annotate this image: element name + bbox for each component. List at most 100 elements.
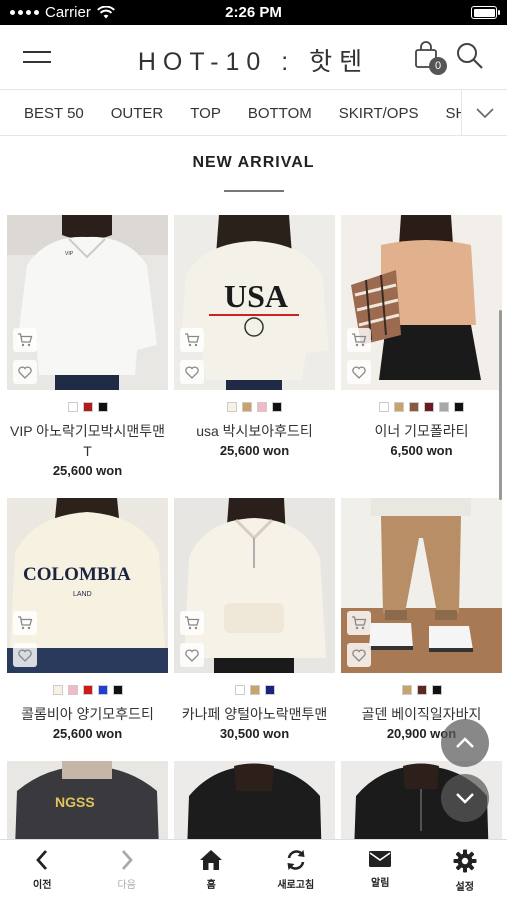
add-to-cart-button[interactable] [347,611,371,635]
product-image[interactable] [341,215,502,390]
color-swatches [174,402,335,412]
color-swatches [7,402,168,412]
nav-label: 다음 [117,880,136,891]
nav-back-button[interactable]: 이전 [0,840,85,900]
wishlist-button[interactable] [180,360,204,384]
color-swatch [67,685,78,695]
product-name[interactable]: 이너 기모폴라티 [341,421,502,441]
chevron-down-icon [475,108,494,119]
color-swatch [249,685,260,695]
color-swatch [272,402,282,412]
color-swatch [227,402,237,412]
app-header: HOT-10 : 핫텐 0 [0,25,507,90]
wishlist-button[interactable] [347,643,371,667]
svg-text:LAND: LAND [73,591,92,598]
cart-icon [18,333,33,347]
color-swatch [394,402,404,412]
product-card[interactable]: VIP VIP 아노락기모박시맨투맨T 25,600 won [7,215,168,478]
wishlist-button[interactable] [180,643,204,667]
cart-icon [352,333,367,347]
category-expand-button[interactable] [461,90,507,135]
nav-notification-button[interactable]: 알림 [338,840,423,900]
color-swatch [401,685,412,695]
add-to-cart-button[interactable] [13,611,37,635]
nav-label: 설정 [455,882,474,893]
color-swatch [234,685,245,695]
cart-icon [352,616,367,630]
product-price: 25,600 won [52,463,123,478]
product-image[interactable]: USA [174,215,335,390]
category-skirt-ops[interactable]: SKIRT/OPS [339,105,419,122]
svg-text:VIP: VIP [65,251,74,257]
color-swatch [97,402,108,412]
search-icon [457,43,483,69]
color-swatch [67,402,78,412]
bottom-nav: 이전 다음 홈 새로고침 알림 설정 [0,839,507,900]
product-name[interactable]: 카나페 양털아노락맨투맨 [174,704,335,724]
nav-home-button[interactable]: 홈 [169,840,254,900]
category-best50[interactable]: BEST 50 [24,105,84,122]
section-divider [224,190,284,192]
scroll-top-button[interactable] [441,719,489,767]
add-to-cart-button[interactable] [13,328,37,352]
product-card[interactable]: 카나페 양털아노락맨투맨 30,500 won [174,498,335,741]
nav-label: 홈 [206,880,216,891]
back-icon [36,850,48,870]
product-card[interactable]: 골덴 베이직일자바지 20,900 won [341,498,502,741]
nav-settings-button[interactable]: 설정 [423,840,507,900]
product-image[interactable]: VIP [7,215,168,390]
scroll-bottom-button[interactable] [441,774,489,822]
product-card[interactable]: COLOMBIA LAND 콜롬비아 양기모후드티 25,600 won [7,498,168,741]
category-top[interactable]: TOP [190,105,221,122]
home-icon [200,850,223,870]
color-swatch [242,402,252,412]
category-outer[interactable]: OUTER [111,105,164,122]
battery-icon [471,6,500,19]
product-grid: VIP VIP 아노락기모박시맨투맨T 25,600 won USA usa 박… [7,215,502,900]
product-name[interactable]: 골덴 베이직일자바지 [341,704,502,724]
scroll-indicator[interactable] [499,310,502,500]
product-card[interactable]: 이너 기모폴라티 6,500 won [341,215,502,478]
status-bar: Carrier 2:26 PM [0,0,507,25]
wishlist-button[interactable] [347,360,371,384]
color-swatch [424,402,434,412]
heart-icon [18,365,32,379]
nav-label: 새로고침 [277,880,315,891]
nav-refresh-button[interactable]: 새로고침 [254,840,339,900]
product-image[interactable] [341,498,502,673]
color-swatches [341,685,502,695]
product-name[interactable]: usa 박시보아후드티 [174,421,335,441]
category-list: BEST 50 OUTER TOP BOTTOM SKIRT/OPS SHO [24,90,478,135]
search-button[interactable] [455,41,487,73]
color-swatch [431,685,442,695]
nav-label: 알림 [371,878,390,889]
product-image[interactable] [174,498,335,673]
wishlist-button[interactable] [13,360,37,384]
category-bottom[interactable]: BOTTOM [248,105,312,122]
color-swatch [112,685,123,695]
product-name[interactable]: VIP 아노락기모박시맨투맨T [7,421,168,461]
wishlist-button[interactable] [13,643,37,667]
cart-icon [185,616,200,630]
cart-icon [18,616,33,630]
add-to-cart-button[interactable] [180,328,204,352]
color-swatch [439,402,449,412]
color-swatch [454,402,464,412]
gear-icon [453,849,477,873]
color-swatch [82,402,93,412]
svg-text:COLOMBIA: COLOMBIA [23,564,131,585]
svg-text:NGSS: NGSS [55,794,95,810]
product-image[interactable]: COLOMBIA LAND [7,498,168,673]
add-to-cart-button[interactable] [347,328,371,352]
color-swatch [264,685,275,695]
chevron-up-icon [456,737,474,748]
product-card[interactable]: USA usa 박시보아후드티 25,600 won [174,215,335,478]
forward-icon [121,850,133,870]
heart-icon [185,365,199,379]
add-to-cart-button[interactable] [180,611,204,635]
nav-forward-button[interactable]: 다음 [85,840,170,900]
clock: 2:26 PM [225,4,282,21]
cart-button[interactable]: 0 [414,41,447,75]
product-name[interactable]: 콜롬비아 양기모후드티 [7,704,168,724]
color-swatches [341,402,502,412]
